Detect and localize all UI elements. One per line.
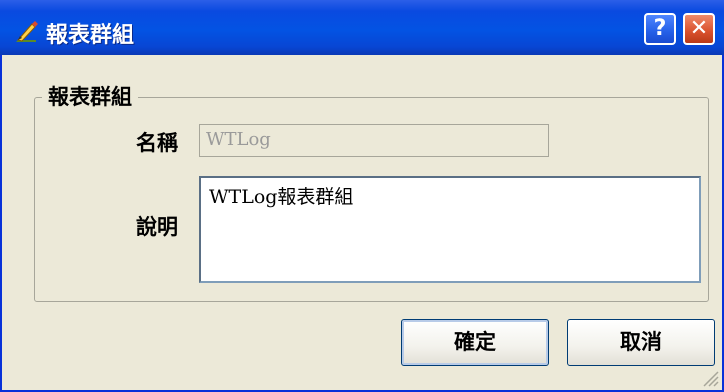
description-label: 說明: [136, 215, 178, 239]
cancel-button[interactable]: 取消: [567, 319, 715, 366]
title-bar[interactable]: 報表群組 ? ✕: [0, 0, 724, 55]
help-button[interactable]: ?: [644, 13, 676, 45]
group-legend: 報表群組: [42, 81, 138, 111]
close-button[interactable]: ✕: [683, 13, 715, 45]
name-field: WTLog: [199, 124, 549, 157]
description-field[interactable]: WTLog報表群組: [199, 176, 701, 283]
name-label: 名稱: [136, 131, 178, 155]
ok-button[interactable]: 確定: [401, 319, 549, 366]
report-group-icon: [16, 21, 38, 42]
dialog-window: 報表群組 ? ✕ 報表群組 名稱 WTLog 說明 WTLog報表群組 確定 取…: [0, 0, 724, 392]
resize-grip-icon[interactable]: [700, 368, 720, 388]
window-title: 報表群組: [46, 23, 135, 48]
